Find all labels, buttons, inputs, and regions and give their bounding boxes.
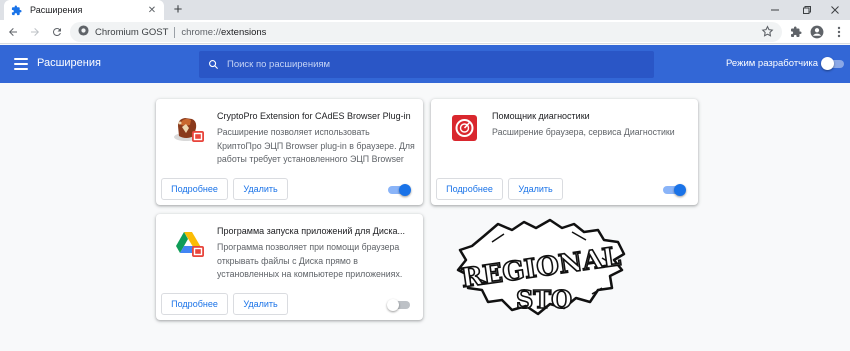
more-menu-icon[interactable]	[830, 23, 848, 41]
google-drive-icon	[172, 226, 206, 260]
extension-name: CryptoPro Extension for CAdES Browser Pl…	[217, 111, 411, 121]
remove-button[interactable]: Удалить	[233, 178, 288, 200]
extension-card-diagnostics: Помощник диагностики Расширение браузера…	[431, 99, 698, 205]
details-button[interactable]: Подробнее	[161, 293, 228, 315]
tab-title: Расширения	[30, 5, 83, 15]
address-bar[interactable]: Chromium GOST chrome://extensions	[70, 22, 782, 42]
search-icon	[199, 59, 227, 70]
extensions-header: Расширения Режим разработчика	[0, 45, 850, 83]
regional-sto-logo: REGIONAL STO	[452, 218, 630, 320]
bookmark-star-icon[interactable]	[761, 25, 774, 41]
search-box[interactable]	[199, 51, 654, 78]
tab-close-icon[interactable]: ✕	[146, 5, 158, 16]
extension-enable-toggle[interactable]	[387, 299, 410, 311]
remove-button[interactable]: Удалить	[508, 178, 563, 200]
extension-name: Программа запуска приложений для Диска..…	[217, 226, 406, 236]
chromium-icon	[78, 25, 89, 39]
extension-enable-toggle[interactable]	[388, 184, 411, 196]
url-scheme: chrome://	[181, 26, 221, 38]
details-button[interactable]: Подробнее	[161, 178, 228, 200]
developer-mode-label: Режим разработчика	[726, 58, 819, 69]
details-button[interactable]: Подробнее	[436, 178, 503, 200]
reload-icon[interactable]	[48, 23, 66, 41]
close-window-icon[interactable]	[820, 0, 850, 20]
extension-enable-toggle[interactable]	[663, 184, 686, 196]
extension-card-cryptopro: CryptoPro Extension for CAdES Browser Pl…	[156, 99, 423, 205]
logo-text-sto: STO	[516, 285, 572, 314]
site-name: Chromium GOST	[95, 26, 169, 38]
back-arrow-icon[interactable]	[4, 23, 22, 41]
search-input[interactable]	[227, 59, 627, 70]
extension-description: Расширение браузера, сервиса Диагностики	[492, 127, 675, 137]
address-separator	[174, 26, 176, 38]
diagnostics-icon	[447, 111, 481, 145]
browser-toolbar: Chromium GOST chrome://extensions	[0, 20, 850, 44]
puzzle-icon	[10, 4, 22, 16]
extensions-puzzle-icon[interactable]	[787, 23, 805, 41]
forward-arrow-icon[interactable]	[26, 23, 44, 41]
minimize-icon[interactable]	[760, 0, 790, 20]
profile-avatar-icon[interactable]	[808, 23, 826, 41]
new-tab-button[interactable]: +	[170, 2, 186, 18]
hamburger-menu-icon[interactable]	[12, 55, 30, 73]
restore-icon[interactable]	[792, 0, 822, 20]
extension-card-drive-launcher: Программа запуска приложений для Диска..…	[156, 214, 423, 320]
tab-strip: Расширения ✕ +	[0, 0, 850, 20]
extension-description: Программа позволяет при помощи браузера …	[217, 242, 403, 279]
extension-description: Расширение позволяет использовать Крипто…	[217, 127, 415, 164]
url-host: extensions	[220, 26, 267, 38]
cryptopro-icon	[172, 111, 206, 145]
remove-button[interactable]: Удалить	[233, 293, 288, 315]
tab-extensions[interactable]: Расширения ✕	[4, 0, 164, 20]
page-title: Расширения	[37, 57, 101, 69]
extension-name: Помощник диагностики	[492, 111, 590, 121]
developer-mode-toggle[interactable]	[821, 57, 844, 70]
